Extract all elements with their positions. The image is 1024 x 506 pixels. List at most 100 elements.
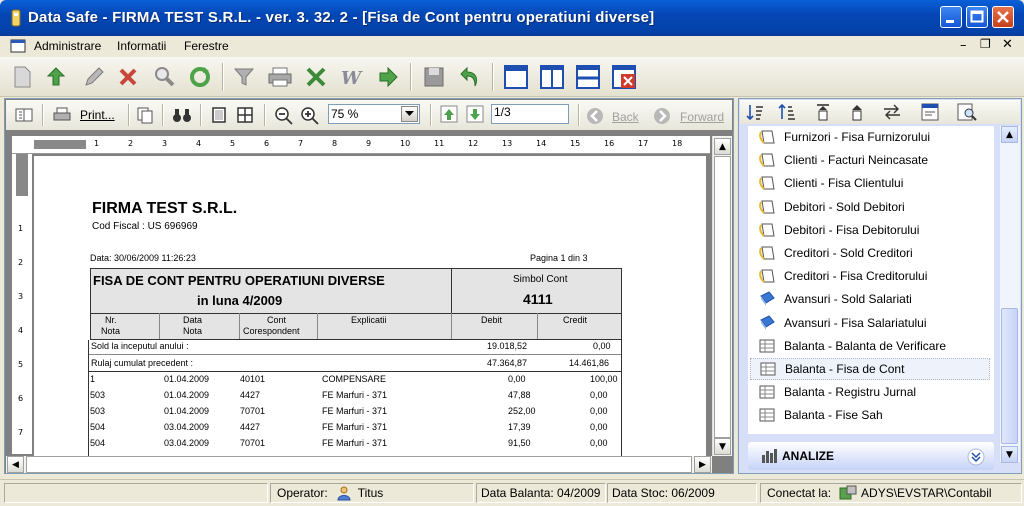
mdi-close-button[interactable]: ✕ <box>1002 37 1013 52</box>
reports-scroll-down[interactable]: ▼ <box>1001 446 1018 463</box>
vertical-ruler: 1 2 3 4 5 6 7 <box>12 154 32 454</box>
scroll-right-button[interactable]: ▶ <box>694 456 711 473</box>
report-list-item[interactable]: Balanta - Fisa de Cont <box>750 358 990 380</box>
report-list-item[interactable]: Balanta - Registru Jurnal <box>750 381 990 403</box>
word-export-button[interactable]: W <box>338 63 366 91</box>
cell-data: 01.04.2009 <box>164 406 210 416</box>
reports-scroll-up[interactable]: ▲ <box>1001 126 1018 143</box>
undo-icon <box>460 66 478 87</box>
page-number-input[interactable]: 1/3 <box>491 104 569 124</box>
ruler-mark: 17 <box>638 139 649 148</box>
ruler-corner <box>12 136 34 154</box>
report-list-item[interactable]: Avansuri - Fisa Salariatului <box>750 312 990 334</box>
expand-chevron-icon[interactable] <box>966 447 986 467</box>
menu-ferestre[interactable]: Ferestre <box>184 39 229 53</box>
zoom-dropdown-button[interactable] <box>401 106 418 122</box>
single-page-icon[interactable] <box>210 106 228 124</box>
reports-scrollbar[interactable]: ▲ ▼ <box>1000 126 1020 463</box>
preview-horizontal-scrollbar[interactable]: ◀ ▶ <box>6 456 712 473</box>
forward-button[interactable]: Forward <box>680 110 724 124</box>
scroll-down-button[interactable]: ▼ <box>714 438 731 455</box>
maximize-button[interactable] <box>966 6 988 28</box>
close-all-windows-button[interactable] <box>610 63 638 91</box>
report-search-icon[interactable] <box>956 102 978 122</box>
undo-button[interactable] <box>456 63 484 91</box>
copy-icon[interactable] <box>136 106 154 124</box>
ruler-mark: 8 <box>332 139 338 148</box>
minimize-button[interactable] <box>940 6 962 28</box>
report-list-label: Balanta - Registru Jurnal <box>784 385 917 400</box>
reports-scroll-thumb[interactable] <box>1001 308 1018 444</box>
print-button[interactable]: Print... <box>80 108 115 122</box>
zoom-out-icon[interactable] <box>274 106 294 126</box>
edit-button[interactable] <box>80 63 108 91</box>
database-connection-icon <box>839 485 857 500</box>
new-button[interactable] <box>8 63 36 91</box>
minimize-icon <box>946 20 954 23</box>
close-button[interactable] <box>992 6 1014 28</box>
page-up-icon[interactable] <box>440 105 458 123</box>
report-list-item[interactable]: Creditori - Fisa Creditorului <box>750 265 990 287</box>
report-list-item[interactable]: Debitori - Sold Debitori <box>750 196 990 218</box>
cascade-window-button[interactable] <box>502 63 530 91</box>
cell-debit: 17,39 <box>508 422 531 432</box>
outline-icon[interactable] <box>14 107 34 123</box>
find-binoculars-icon[interactable] <box>172 106 192 124</box>
report-list-item[interactable]: Creditori - Sold Creditori <box>750 242 990 264</box>
report-list-item[interactable]: Clienti - Facturi Neincasate <box>750 149 990 171</box>
search-button[interactable] <box>150 63 178 91</box>
report-list-item[interactable]: Avansuri - Sold Salariati <box>750 288 990 310</box>
reports-toolbar <box>740 100 1020 124</box>
mdi-minimize-button[interactable]: – <box>960 38 967 53</box>
forward-arrow-button[interactable] <box>374 63 402 91</box>
analize-group-header[interactable]: ANALIZE <box>748 442 994 470</box>
reload-button[interactable] <box>186 63 214 91</box>
report-settings-icon[interactable] <box>920 102 940 122</box>
swap-icon[interactable] <box>882 103 902 121</box>
ruler-mark: 6 <box>18 394 24 403</box>
page-down-icon[interactable] <box>466 105 484 123</box>
svg-text:W: W <box>341 68 363 89</box>
analize-label: ANALIZE <box>782 449 834 463</box>
menu-administrare[interactable]: Administrare <box>34 39 101 53</box>
multi-page-icon[interactable] <box>236 106 254 124</box>
filter-button[interactable] <box>230 63 258 91</box>
zoom-select[interactable]: 75 % <box>328 104 420 124</box>
tile-horizontal-button[interactable] <box>574 63 602 91</box>
cell-credit: 0,00 <box>590 438 608 448</box>
report-list-item[interactable]: Furnizori - Fisa Furnizorului <box>750 126 990 148</box>
move-up-icon[interactable] <box>848 103 866 121</box>
tile-vertical-button[interactable] <box>538 63 566 91</box>
report-subtitle: in luna 4/2009 <box>197 293 283 308</box>
report-list-item[interactable]: Balanta - Balanta de Verificare <box>750 335 990 357</box>
scroll-up-button[interactable]: ▲ <box>714 138 731 155</box>
cell-nr: 504 <box>90 422 106 432</box>
delete-button[interactable] <box>114 63 142 91</box>
sort-descending-icon[interactable] <box>778 103 796 121</box>
cell-data: 01.04.2009 <box>164 390 210 400</box>
sort-ascending-icon[interactable] <box>746 103 764 121</box>
report-list-item[interactable]: Clienti - Fisa Clientului <box>750 172 990 194</box>
scroll-thumb[interactable] <box>714 156 731 438</box>
report-date: Data: 30/06/2009 11:26:23 <box>90 253 196 263</box>
zoom-in-icon[interactable] <box>300 106 320 126</box>
move-top-icon[interactable] <box>814 103 832 121</box>
excel-export-button[interactable] <box>302 63 330 91</box>
conectat-label: Conectat la: <box>767 486 832 500</box>
ruler-mark: 5 <box>18 360 24 369</box>
arrow-right-icon <box>379 66 398 88</box>
scroll-left-button[interactable]: ◀ <box>7 456 24 473</box>
print-main-button[interactable] <box>266 63 294 91</box>
preview-vertical-scrollbar[interactable]: ▲ ▼ <box>712 136 732 456</box>
mdi-restore-button[interactable]: ❐ <box>980 37 991 51</box>
back-button[interactable]: Back <box>612 110 639 124</box>
report-list-item[interactable]: Balanta - Fise Sah <box>750 404 990 426</box>
ledger-icon <box>758 128 776 146</box>
save-button[interactable] <box>420 63 448 91</box>
cell-expl: COMPENSARE <box>322 374 387 384</box>
report-list-item[interactable]: Debitori - Fisa Debitorului <box>750 219 990 241</box>
hscroll-thumb[interactable] <box>26 456 692 473</box>
menu-informatii[interactable]: Informatii <box>117 39 166 53</box>
refresh-button[interactable] <box>42 63 70 91</box>
title-bar[interactable]: Data Safe - FIRMA TEST S.R.L. - ver. 3. … <box>0 0 1024 36</box>
